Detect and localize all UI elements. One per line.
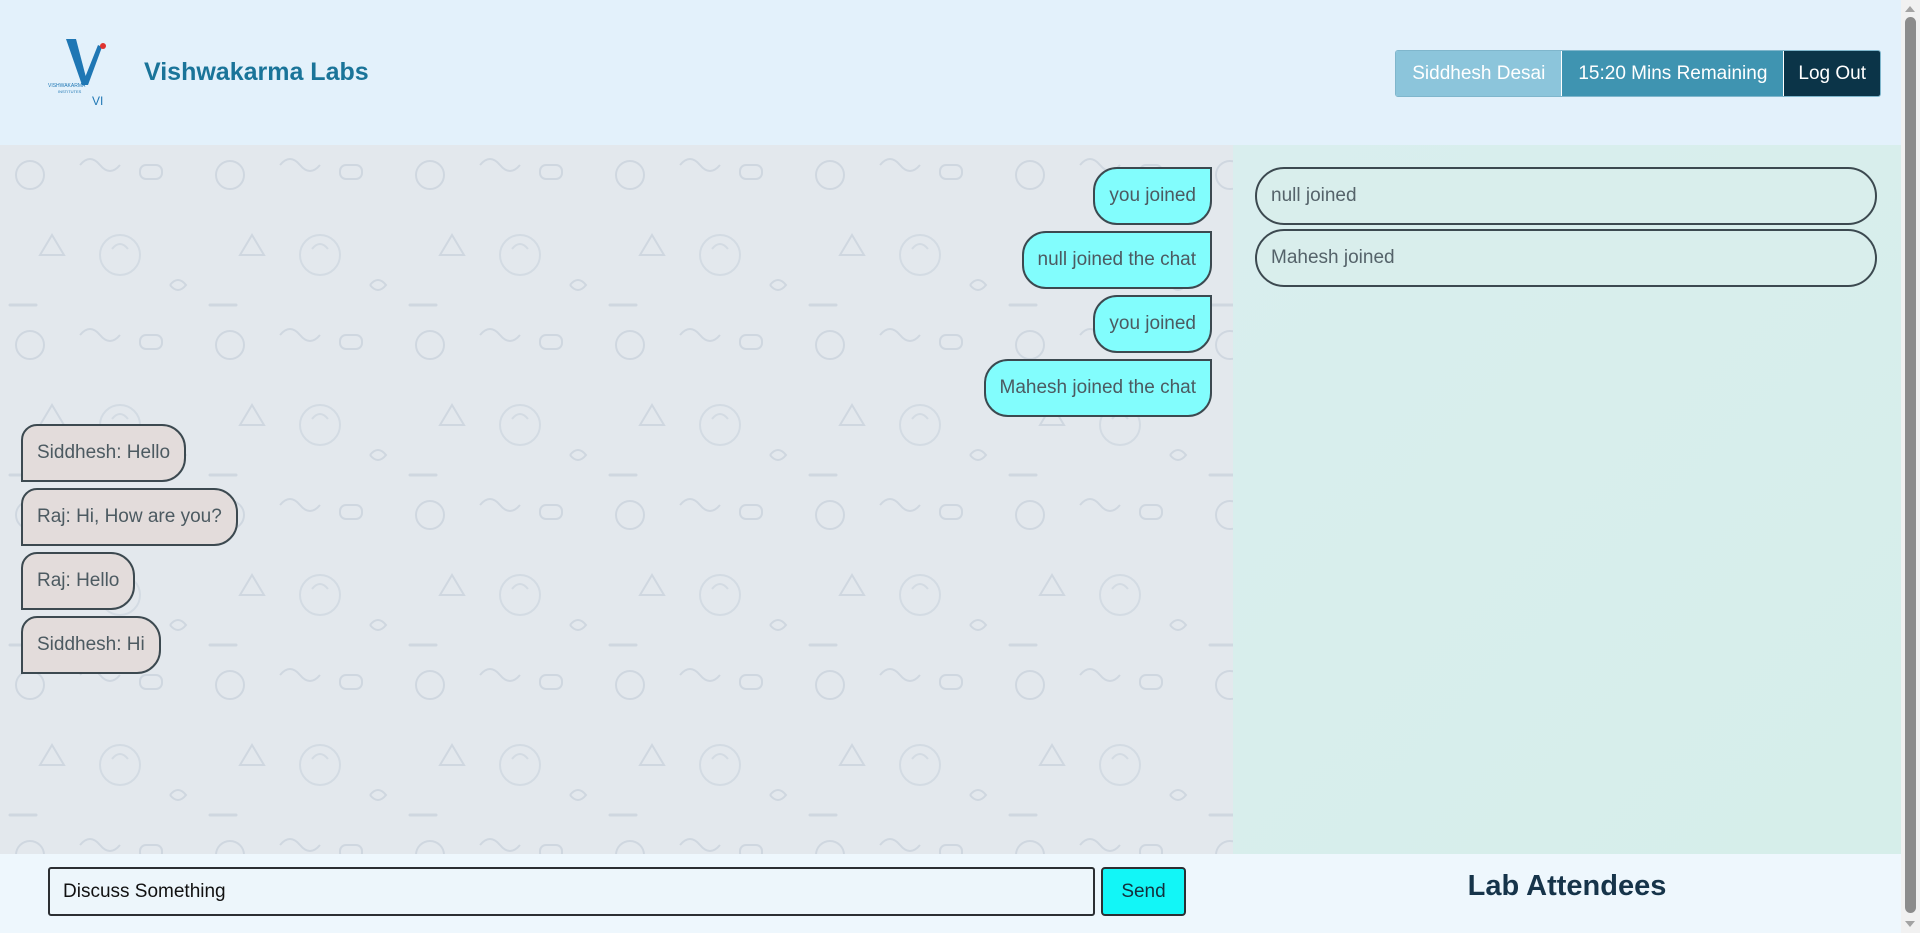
scroll-up-arrow-icon[interactable] xyxy=(1905,6,1915,12)
attendee-item: null joined xyxy=(1255,167,1877,225)
header: VISHWAKARMA INSTITUTES VI Vishwakarma La… xyxy=(0,0,1901,145)
received-message: Siddhesh: Hi xyxy=(21,616,161,674)
sent-message: null joined the chat xyxy=(1021,231,1212,289)
user-name-badge[interactable]: Siddhesh Desai xyxy=(1396,51,1563,96)
send-button[interactable]: Send xyxy=(1101,867,1186,916)
svg-text:VI: VI xyxy=(92,94,103,108)
time-remaining-badge: 15:20 Mins Remaining xyxy=(1562,51,1785,96)
page-scrollbar[interactable] xyxy=(1901,0,1920,933)
top-nav: Siddhesh Desai 15:20 Mins Remaining Log … xyxy=(1395,50,1881,97)
scroll-down-arrow-icon[interactable] xyxy=(1905,921,1915,927)
sent-message: Mahesh joined the chat xyxy=(983,359,1212,417)
lab-chat-page: VISHWAKARMA INSTITUTES VI Vishwakarma La… xyxy=(0,0,1901,933)
logout-button[interactable]: Log Out xyxy=(1784,51,1880,96)
svg-text:INSTITUTES: INSTITUTES xyxy=(58,89,82,94)
attendee-item: Mahesh joined xyxy=(1255,229,1877,287)
received-message: Siddhesh: Hello xyxy=(21,424,187,482)
scrollbar-thumb[interactable] xyxy=(1905,17,1916,913)
message-input[interactable] xyxy=(48,867,1095,916)
chat-panel: you joined null joined the chat you join… xyxy=(0,145,1233,854)
attendees-panel: null joined Mahesh joined xyxy=(1233,145,1901,854)
sent-message: you joined xyxy=(1093,295,1212,353)
received-message: Raj: Hello xyxy=(21,552,136,610)
composer-bar: Send Lab Attendees xyxy=(0,854,1901,933)
vishwakarma-logo-icon: VISHWAKARMA INSTITUTES VI xyxy=(48,39,106,108)
brand-title: Vishwakarma Labs xyxy=(144,58,369,86)
message-list: you joined null joined the chat you join… xyxy=(0,145,1233,854)
attendees-title: Lab Attendees xyxy=(1467,870,1667,902)
sent-message: you joined xyxy=(1093,167,1212,225)
received-message: Raj: Hi, How are you? xyxy=(21,488,238,546)
